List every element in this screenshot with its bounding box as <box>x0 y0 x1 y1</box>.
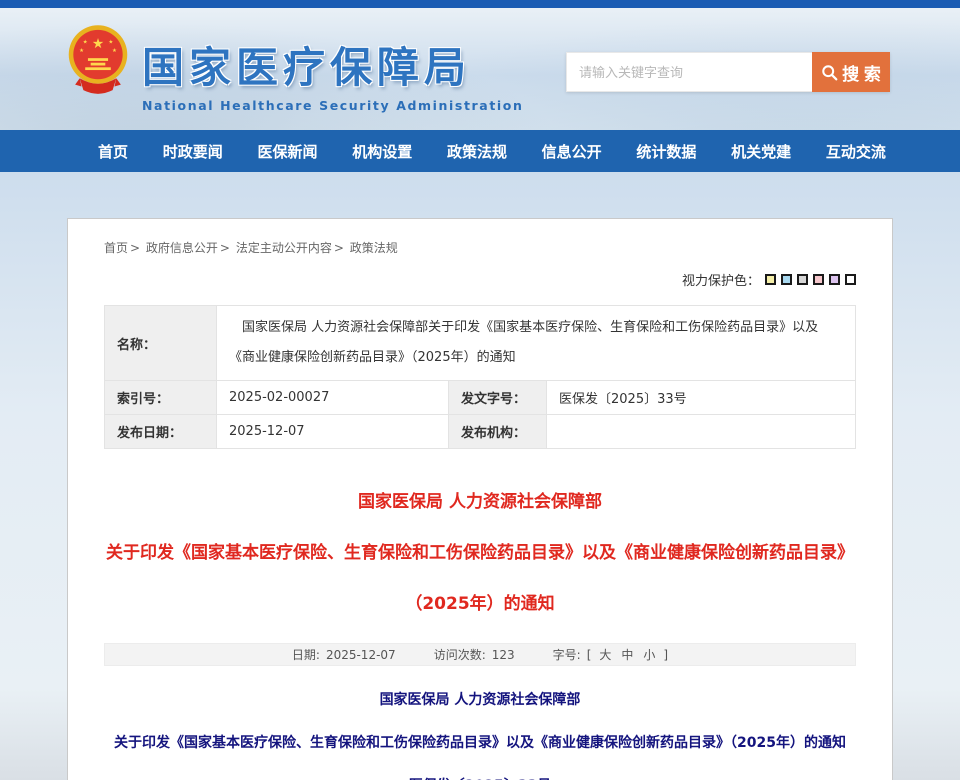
eye-color-swatch-gray[interactable] <box>797 274 808 285</box>
eye-color-swatch-blue[interactable] <box>781 274 792 285</box>
meta-docnum-value: 医保发〔2025〕33号 <box>547 381 856 415</box>
search-input[interactable] <box>566 52 812 92</box>
eye-protection-row: 视力保护色： <box>104 270 856 289</box>
meta-pubdate-value: 2025-12-07 <box>217 415 449 449</box>
breadcrumb-gov-info[interactable]: 政府信息公开 <box>146 241 218 255</box>
brand-block: 国家医疗保障局 National Healthcare Security Adm… <box>142 34 523 113</box>
content-card: 首页> 政府信息公开> 法定主动公开内容> 政策法规 视力保护色： 名称： 国家… <box>67 218 893 780</box>
main-area: 首页> 政府信息公开> 法定主动公开内容> 政策法规 视力保护色： 名称： 国家… <box>0 172 960 780</box>
fontsize-bracket-right: ] <box>663 648 668 662</box>
document-meta-table: 名称： 国家医保局 人力资源社会保障部关于印发《国家基本医疗保险、生育保险和工伤… <box>104 305 856 449</box>
nav-item-medical-news[interactable]: 医保新闻 <box>257 141 317 162</box>
search-icon <box>821 64 838 81</box>
search-button-label: 搜 索 <box>842 60 881 85</box>
meta-organ-label: 发布机构： <box>449 415 547 449</box>
site-title: 国家医疗保障局 <box>142 34 523 95</box>
body-heading-line2: 关于印发《国家基本医疗保险、生育保险和工伤保险药品目录》以及《商业健康保险创新药… <box>104 732 856 752</box>
eye-color-swatch-pink[interactable] <box>813 274 824 285</box>
fontsize-label: 字号: <box>553 646 581 663</box>
body-heading-line3: 医保发〔2025〕33号 <box>104 775 856 780</box>
fontsize-bracket-left: [ <box>587 648 592 662</box>
meta-organ-value <box>547 415 856 449</box>
site-header: ★ ★ ★ ★ ★ 国家医疗保障局 National Healthcare Se… <box>0 8 960 130</box>
meta-docnum-label: 发文字号： <box>449 381 547 415</box>
article-title-line1: 国家医保局 人力资源社会保障部 <box>104 491 856 515</box>
date-label: 日期: <box>292 646 320 663</box>
top-accent-bar <box>0 0 960 8</box>
breadcrumb: 首页> 政府信息公开> 法定主动公开内容> 政策法规 <box>104 239 856 256</box>
svg-text:★: ★ <box>79 48 84 54</box>
breadcrumb-separator: > <box>334 241 344 255</box>
nav-item-home[interactable]: 首页 <box>98 141 128 162</box>
meta-name-label: 名称： <box>105 306 217 381</box>
eye-protection-label: 视力保护色： <box>682 270 760 289</box>
site-subtitle: National Healthcare Security Administrat… <box>142 98 523 113</box>
visits-value: 123 <box>492 648 515 662</box>
nav-item-policies[interactable]: 政策法规 <box>447 141 507 162</box>
svg-text:★: ★ <box>108 40 113 46</box>
nav-item-info-disclosure[interactable]: 信息公开 <box>542 141 602 162</box>
nav-item-party-building[interactable]: 机关党建 <box>731 141 791 162</box>
meta-index-label: 索引号： <box>105 381 217 415</box>
article-info-bar: 日期: 2025-12-07 访问次数: 123 字号: [ 大 中 小 ] <box>104 643 856 666</box>
nav-item-politics-news[interactable]: 时政要闻 <box>163 141 223 162</box>
nav-item-interaction[interactable]: 互动交流 <box>826 141 886 162</box>
article-title: 国家医保局 人力资源社会保障部 关于印发《国家基本医疗保险、生育保险和工伤保险药… <box>104 491 856 616</box>
breadcrumb-separator: > <box>130 241 140 255</box>
eye-color-swatch-purple[interactable] <box>829 274 840 285</box>
svg-text:★: ★ <box>83 40 88 46</box>
breadcrumb-current-policies: 政策法规 <box>350 241 398 255</box>
fontsize-small-button[interactable]: 小 <box>643 646 655 663</box>
breadcrumb-home[interactable]: 首页 <box>104 241 128 255</box>
nav-item-organization[interactable]: 机构设置 <box>352 141 412 162</box>
nav-item-statistics[interactable]: 统计数据 <box>636 141 696 162</box>
svg-text:★: ★ <box>112 48 117 54</box>
fontsize-medium-button[interactable]: 中 <box>621 646 633 663</box>
meta-name-value: 国家医保局 人力资源社会保障部关于印发《国家基本医疗保险、生育保险和工伤保险药品… <box>217 306 856 381</box>
date-value: 2025-12-07 <box>326 648 396 662</box>
meta-index-value: 2025-02-00027 <box>217 381 449 415</box>
svg-text:★: ★ <box>92 36 104 52</box>
eye-color-swatch-white[interactable] <box>845 274 856 285</box>
table-row: 发布日期： 2025-12-07 发布机构： <box>105 415 856 449</box>
main-nav: 首页 时政要闻 医保新闻 机构设置 政策法规 信息公开 统计数据 机关党建 互动… <box>0 130 960 172</box>
table-row: 名称： 国家医保局 人力资源社会保障部关于印发《国家基本医疗保险、生育保险和工伤… <box>105 306 856 381</box>
breadcrumb-separator: > <box>220 241 230 255</box>
fontsize-large-button[interactable]: 大 <box>599 646 611 663</box>
article-title-line3: （2025年）的通知 <box>104 593 856 617</box>
page: ★ ★ ★ ★ ★ 国家医疗保障局 National Healthcare Se… <box>0 0 960 780</box>
eye-color-swatch-yellow[interactable] <box>765 274 776 285</box>
national-emblem-logo: ★ ★ ★ ★ ★ <box>66 20 130 100</box>
table-row: 索引号： 2025-02-00027 发文字号： 医保发〔2025〕33号 <box>105 381 856 415</box>
breadcrumb-statutory-disclosure[interactable]: 法定主动公开内容 <box>236 241 332 255</box>
search-box: 搜 索 <box>566 52 890 92</box>
body-heading-line1: 国家医保局 人力资源社会保障部 <box>104 689 856 709</box>
meta-pubdate-label: 发布日期： <box>105 415 217 449</box>
visits-label: 访问次数: <box>434 646 486 663</box>
search-button[interactable]: 搜 索 <box>812 52 890 92</box>
article-title-line2: 关于印发《国家基本医疗保险、生育保险和工伤保险药品目录》以及《商业健康保险创新药… <box>104 542 856 566</box>
